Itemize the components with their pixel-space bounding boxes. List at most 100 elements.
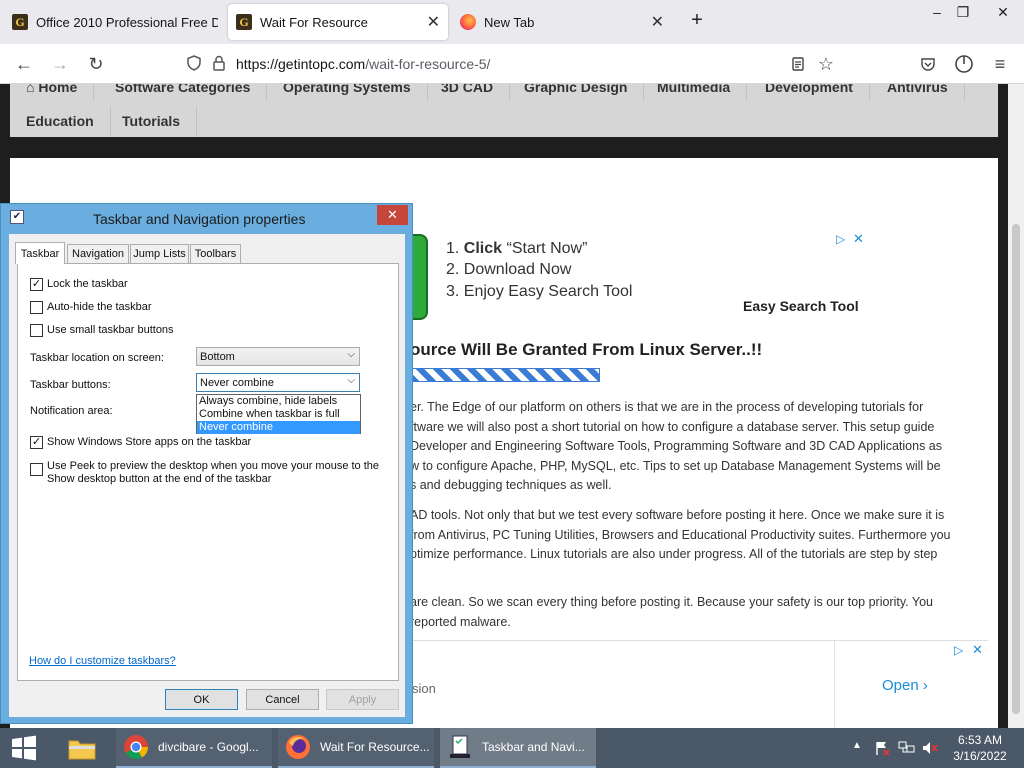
taskbar-app-firefox[interactable]: Wait For Resource... <box>278 728 434 768</box>
use-peek-checkbox[interactable]: Use Peek to preview the desktop when you… <box>30 460 379 486</box>
bottom-ad[interactable]: sion Open › ▷ ✕ <box>410 640 988 728</box>
system-clock[interactable]: 6:53 AM 3/16/2022 <box>942 732 1018 764</box>
getintopc-favicon-icon: G <box>236 14 252 30</box>
firefox-icon <box>460 14 476 30</box>
option-always-combine[interactable]: Always combine, hide labels <box>197 395 360 408</box>
lock-taskbar-checkbox[interactable]: ✓ Lock the taskbar <box>30 278 128 291</box>
clock-date: 3/16/2022 <box>953 749 1007 763</box>
show-store-apps-checkbox[interactable]: ✓ Show Windows Store apps on the taskbar <box>30 436 251 449</box>
show-hidden-icons-chevron-up-icon[interactable]: ▲ <box>852 740 862 751</box>
new-tab-plus-icon[interactable]: + <box>680 8 714 32</box>
tab-navigation[interactable]: Navigation <box>67 244 129 263</box>
ok-button[interactable]: OK <box>165 689 238 710</box>
tab-office-2010[interactable]: G Office 2010 Professional Free Do <box>4 4 226 40</box>
checkbox-checked-icon: ✓ <box>30 278 43 291</box>
taskbar-buttons-select[interactable]: Never combine ⌵ <box>196 373 360 392</box>
adchoices-icon[interactable]: ▷ <box>836 232 845 246</box>
site-nav-multimedia[interactable]: Multimedia <box>641 84 748 100</box>
url-host: https://getintopc.com <box>236 56 366 72</box>
taskbar-properties-dialog: ✔ Taskbar and Navigation properties ✕ Ta… <box>0 203 413 724</box>
taskbar-buttons-label: Taskbar buttons: <box>30 379 111 391</box>
taskbar-properties-icon <box>446 733 474 761</box>
tab-toolbars[interactable]: Toolbars <box>190 244 241 263</box>
menu-hamburger-icon[interactable]: ≡ <box>986 50 1014 78</box>
windows-taskbar: divcibare - Googl... Wait For Resource..… <box>0 728 1024 768</box>
ad-close-icon[interactable]: ✕ <box>853 231 864 247</box>
close-tab-icon[interactable]: ✕ <box>651 12 664 32</box>
paragraph: er. The Edge of our platform on others i… <box>410 400 943 493</box>
tab-jump-lists[interactable]: Jump Lists <box>130 244 189 263</box>
bottom-ad-divider <box>834 641 835 728</box>
site-nav-operating-systems[interactable]: Operating Systems <box>267 84 428 100</box>
forward-arrow-icon[interactable]: → <box>46 50 74 78</box>
ad-step-2: 2. Download Now <box>446 261 572 278</box>
action-center-flag-icon[interactable] <box>874 740 890 759</box>
getintopc-favicon-icon: G <box>12 14 28 30</box>
reader-view-icon[interactable] <box>784 50 812 78</box>
reload-icon[interactable]: ↻ <box>82 50 110 78</box>
tab-new-tab[interactable]: New Tab ✕ <box>452 4 672 40</box>
url-bar[interactable]: https://getintopc.com/wait-for-resource-… <box>180 50 848 78</box>
site-nav-antivirus[interactable]: Antivirus <box>871 84 965 100</box>
auto-hide-checkbox[interactable]: Auto-hide the taskbar <box>30 301 152 314</box>
option-never-combine[interactable]: Never combine <box>197 421 360 434</box>
browser-tab-bar: G Office 2010 Professional Free Do G Wai… <box>0 0 1024 44</box>
scrollbar-thumb[interactable] <box>1012 224 1020 714</box>
dialog-title: Taskbar and Navigation properties <box>93 211 306 227</box>
bookmark-star-icon[interactable]: ☆ <box>812 50 840 78</box>
dialog-title-bar[interactable]: ✔ Taskbar and Navigation properties ✕ <box>1 204 412 234</box>
site-nav-3d-cad[interactable]: 3D CAD <box>425 84 511 100</box>
start-button[interactable] <box>0 728 48 768</box>
ad-step-3: 3. Enjoy Easy Search Tool <box>446 283 633 300</box>
page-scrollbar[interactable] <box>1008 84 1024 728</box>
pocket-icon[interactable] <box>914 50 942 78</box>
home-icon: ⌂ <box>26 84 39 95</box>
site-nav-education[interactable]: Education <box>10 106 111 136</box>
shield-icon[interactable] <box>186 54 202 74</box>
option-combine-when-full[interactable]: Combine when taskbar is full <box>197 408 360 421</box>
site-nav-development[interactable]: Development <box>749 84 870 100</box>
taskbar-location-label: Taskbar location on screen: <box>30 352 164 364</box>
file-explorer-button[interactable] <box>58 728 106 768</box>
tab-taskbar[interactable]: Taskbar <box>15 242 65 264</box>
dialog-app-icon: ✔ <box>10 210 24 224</box>
site-nav-tutorials[interactable]: Tutorials <box>106 106 198 136</box>
tab-title: New Tab <box>484 14 535 30</box>
close-window-icon[interactable]: ✕ <box>986 0 1020 24</box>
checkbox-unchecked-icon <box>30 324 43 337</box>
network-icon[interactable] <box>898 740 916 759</box>
back-arrow-icon[interactable]: ← <box>10 50 38 78</box>
firefox-account-icon[interactable] <box>950 50 978 78</box>
folder-icon <box>68 740 96 760</box>
wait-resource-heading: ource Will Be Granted From Linux Server.… <box>410 340 763 359</box>
restore-icon[interactable]: ❐ <box>946 0 980 24</box>
checkbox-unchecked-icon <box>30 301 43 314</box>
adchoices-icon[interactable]: ▷ <box>954 643 963 657</box>
clock-time: 6:53 AM <box>957 733 1003 747</box>
taskbar-app-taskbar-properties[interactable]: Taskbar and Navi... <box>440 728 596 768</box>
cancel-button[interactable]: Cancel <box>246 689 319 710</box>
notification-area-label: Notification area: <box>30 405 113 417</box>
ad-brand: Easy Search Tool <box>743 298 859 314</box>
ad-step-1: 1. Click “Start Now” <box>446 240 588 257</box>
site-nav-home[interactable]: ⌂ Home <box>10 84 95 100</box>
taskbar-location-select[interactable]: Bottom ⌵ <box>196 347 360 366</box>
volume-muted-icon[interactable] <box>922 740 938 759</box>
small-buttons-checkbox[interactable]: Use small taskbar buttons <box>30 324 174 337</box>
taskbar-app-chrome[interactable]: divcibare - Googl... <box>116 728 272 768</box>
site-nav-graphic-design[interactable]: Graphic Design <box>508 84 645 100</box>
ad-close-icon[interactable]: ✕ <box>972 642 983 658</box>
site-nav-software-categories[interactable]: Software Categories <box>99 84 268 100</box>
url-path: /wait-for-resource-5/ <box>365 56 491 72</box>
dialog-close-button[interactable]: ✕ <box>377 205 408 225</box>
dialog-body: Taskbar Navigation Jump Lists Toolbars ✓… <box>9 234 405 717</box>
close-tab-icon[interactable]: ✕ <box>427 12 440 32</box>
apply-button[interactable]: Apply <box>326 689 399 710</box>
site-navigation: ⌂ Home Software Categories Operating Sys… <box>10 84 998 137</box>
tab-wait-for-resource[interactable]: G Wait For Resource ✕ <box>228 4 448 40</box>
tab-title: Office 2010 Professional Free Do <box>36 14 218 30</box>
lock-icon[interactable] <box>212 55 226 74</box>
chevron-right-icon: › <box>922 677 928 694</box>
ad-open-button[interactable]: Open › <box>882 677 928 694</box>
help-customize-link[interactable]: How do I customize taskbars? <box>29 655 176 667</box>
